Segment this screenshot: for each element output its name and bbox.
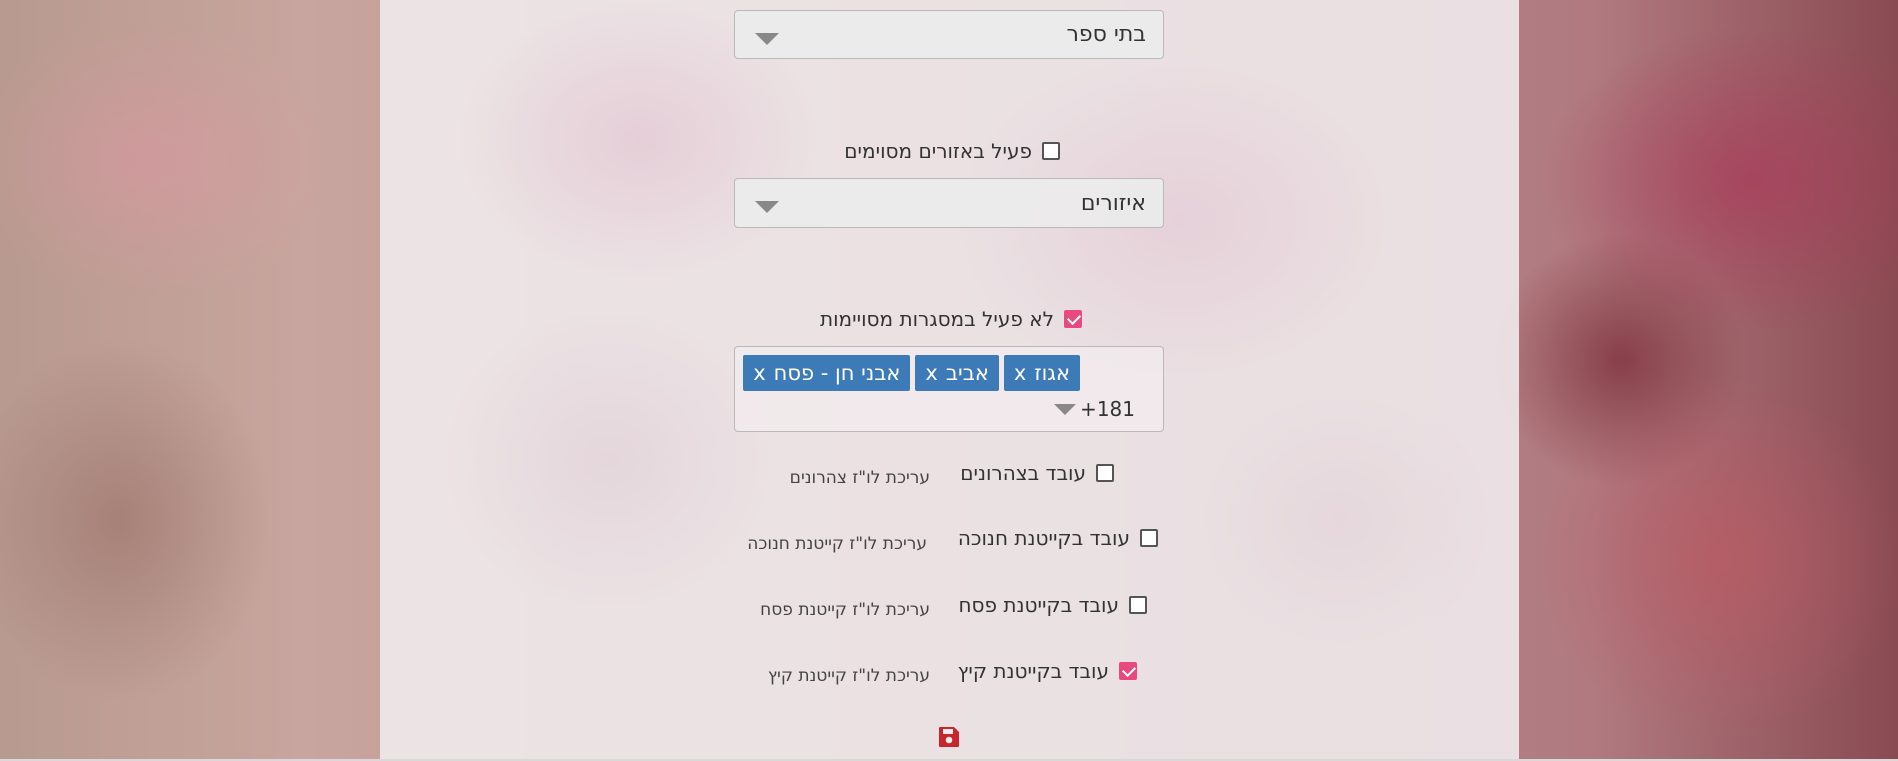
chip-remove-icon[interactable]: x: [1014, 359, 1026, 387]
floppy-disk-icon[interactable]: [938, 726, 960, 748]
areas-select-value: איזורים: [1080, 191, 1146, 216]
more-count[interactable]: 181+: [1054, 397, 1135, 421]
hanukkah-camp-checkbox[interactable]: [1140, 529, 1158, 547]
chevron-down-icon: [755, 201, 779, 213]
summer-camp-label: עובד בקייטנת קיץ: [957, 659, 1109, 683]
passover-camp-checkbox[interactable]: [1129, 596, 1147, 614]
after-school-label: עובד בצהרונים: [960, 461, 1086, 485]
after-school-checkbox[interactable]: [1096, 464, 1114, 482]
frameworks-toggle-row[interactable]: לא פעיל במסגרות מסויימות: [820, 307, 1082, 331]
chip-label: אגוז: [1034, 361, 1070, 385]
passover-camp-row[interactable]: עובד בקייטנת פסח: [958, 593, 1147, 617]
chip-label: אביב: [945, 361, 989, 385]
frameworks-multiselect[interactable]: אגוז x אביב x אבני חן - פסח x 181+: [734, 346, 1164, 432]
passover-camp-label: עובד בקייטנת פסח: [958, 593, 1119, 617]
areas-select[interactable]: איזורים: [734, 178, 1164, 228]
areas-toggle-label: פעיל באזורים מסוימים: [844, 139, 1032, 163]
chip-avnei-chen-pesach[interactable]: אבני חן - פסח x: [743, 355, 911, 391]
areas-checkbox[interactable]: [1042, 142, 1060, 160]
frameworks-checkbox[interactable]: [1064, 310, 1082, 328]
chip-label: אבני חן - פסח: [773, 361, 901, 385]
summer-camp-checkbox[interactable]: [1119, 662, 1137, 680]
schools-select[interactable]: בתי ספר: [734, 10, 1164, 59]
more-count-text: 181+: [1080, 397, 1135, 421]
hanukkah-camp-label: עובד בקייטנת חנוכה: [957, 526, 1130, 550]
after-school-row[interactable]: עובד בצהרונים: [960, 461, 1114, 485]
chevron-down-icon: [755, 33, 779, 45]
chip-aviv[interactable]: אביב x: [915, 355, 999, 391]
summer-camp-row[interactable]: עובד בקייטנת קיץ: [958, 659, 1137, 683]
edit-hanukkah-camp-schedule[interactable]: עריכת לו"ז קייטנת חנוכה: [747, 534, 927, 554]
chevron-down-icon: [1054, 403, 1077, 415]
selected-chips: אגוז x אביב x אבני חן - פסח x: [743, 355, 1080, 391]
chip-remove-icon[interactable]: x: [753, 359, 765, 387]
chip-remove-icon[interactable]: x: [925, 359, 937, 387]
schools-select-value: בתי ספר: [1066, 22, 1146, 47]
areas-toggle-row[interactable]: פעיל באזורים מסוימים: [844, 139, 1060, 163]
edit-summer-camp-schedule[interactable]: עריכת לו"ז קייטנת קיץ: [768, 666, 930, 686]
hanukkah-camp-row[interactable]: עובד בקייטנת חנוכה: [958, 526, 1158, 550]
edit-after-school-schedule[interactable]: עריכת לו"ז צהרונים: [790, 468, 930, 488]
edit-passover-camp-schedule[interactable]: עריכת לו"ז קייטנת פסח: [760, 600, 930, 620]
chip-egoz[interactable]: אגוז x: [1003, 355, 1080, 391]
frameworks-toggle-label: לא פעיל במסגרות מסויימות: [819, 307, 1054, 331]
